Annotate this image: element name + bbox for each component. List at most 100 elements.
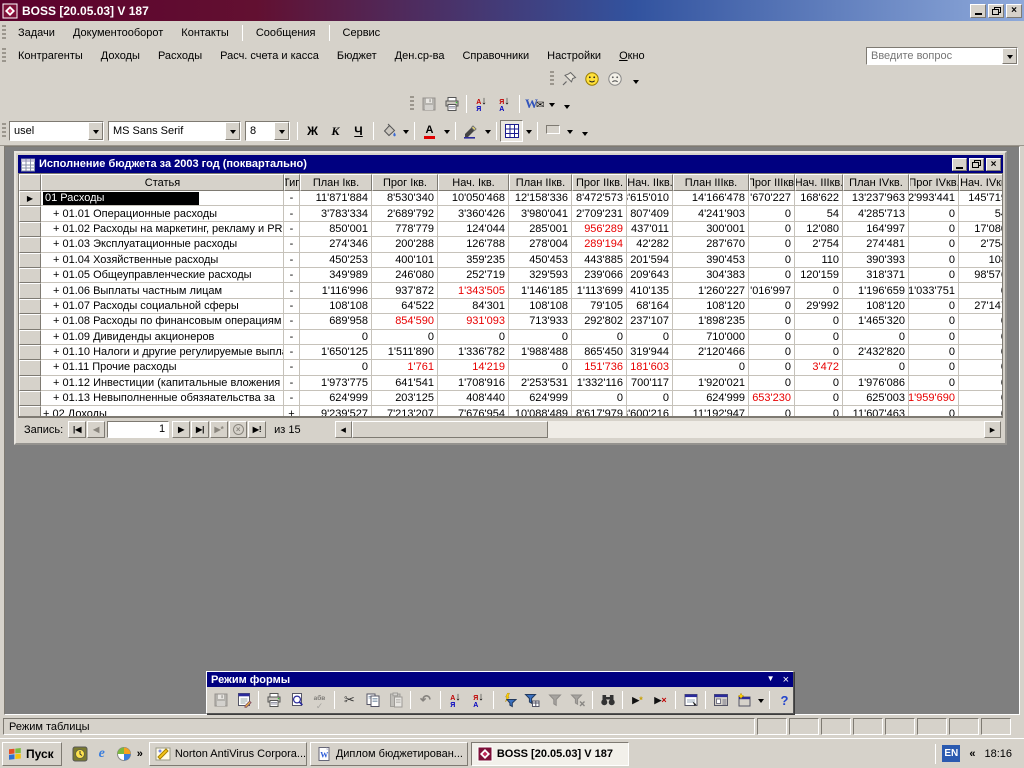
type-cell[interactable]: - [284,330,300,345]
article-cell[interactable]: + 01.05 Общеуправленческие расходы [41,268,284,283]
value-cell[interactable]: 200'288 [372,237,438,252]
value-cell[interactable]: '016'997 [749,283,795,298]
column-header[interactable]: Тип [284,174,300,191]
style-combobox[interactable]: usel [9,121,104,141]
delete-record-button[interactable]: ▶× [649,689,672,711]
article-cell[interactable]: 01 Расходы [41,191,284,206]
value-cell[interactable]: 0 [509,360,572,375]
value-cell[interactable]: 0 [909,222,959,237]
menu-item[interactable]: Задачи [9,24,64,42]
menu-item[interactable]: Доходы [92,47,149,65]
value-cell[interactable]: 209'643 [627,268,673,283]
value-cell[interactable]: 0 [509,330,572,345]
word-mailmerge-button[interactable]: W✉ [523,93,546,115]
value-cell[interactable]: 108'120 [843,299,909,314]
row-selector[interactable] [19,237,41,252]
value-cell[interactable]: 2'432'820 [843,345,909,360]
value-cell[interactable]: 64'522 [372,299,438,314]
undo-button[interactable]: ↶ [414,689,437,711]
article-cell[interactable]: + 01.11 Прочие расходы [41,360,284,375]
value-cell[interactable]: 0 [627,330,673,345]
last-record-button[interactable]: ▶| [191,421,209,438]
menu-item[interactable]: Документооборот [64,24,172,42]
value-cell[interactable]: 450'253 [300,253,372,268]
cancel-record-button[interactable]: × [229,421,247,438]
value-cell[interactable]: 3'360'426 [438,206,509,221]
save-button[interactable] [417,93,440,115]
cut-button[interactable]: ✂ [338,689,361,711]
scroll-left-button[interactable]: ◀ [335,421,352,438]
article-cell[interactable]: + 01.10 Налоги и другие регулируемые вып… [41,345,284,360]
value-cell[interactable]: 0 [749,253,795,268]
copy-button[interactable] [361,689,384,711]
value-cell[interactable]: 289'194 [572,237,627,252]
value-cell[interactable]: 0 [572,330,627,345]
remove-filter-button[interactable] [566,689,589,711]
value-cell[interactable]: 0 [909,406,959,417]
value-cell[interactable]: 10'050'468 [438,191,509,206]
value-cell[interactable]: 0 [795,283,843,298]
menu-item[interactable]: Бюджет [328,47,386,65]
value-cell[interactable]: 1'146'185 [509,283,572,298]
value-cell[interactable]: 0 [795,314,843,329]
chevron-down-icon[interactable] [523,120,534,142]
column-header[interactable]: План IIкв. [509,174,572,191]
value-cell[interactable]: 713'933 [509,314,572,329]
row-selector[interactable] [19,360,41,375]
value-cell[interactable]: 0 [749,345,795,360]
value-cell[interactable]: 1'113'699 [572,283,627,298]
value-cell[interactable]: 624'999 [300,391,372,406]
value-cell[interactable]: 1'708'916 [438,376,509,391]
value-cell[interactable]: 1'650'125 [300,345,372,360]
value-cell[interactable]: 0 [909,345,959,360]
column-header[interactable]: Прог Iкв. [372,174,438,191]
value-cell[interactable]: 1'033'751 [909,283,959,298]
value-cell[interactable]: 653'230 [749,391,795,406]
bold-button[interactable]: Ж [301,120,324,142]
smiley-button[interactable] [580,68,603,90]
paste-button[interactable] [384,689,407,711]
underline-button[interactable]: Ч [347,120,370,142]
value-cell[interactable]: 0 [959,391,1003,406]
value-cell[interactable]: 0 [300,360,372,375]
value-cell[interactable]: 319'944 [627,345,673,360]
value-cell[interactable]: '670'227 [749,191,795,206]
value-cell[interactable]: 0 [959,330,1003,345]
menu-item[interactable]: Контакты [172,24,238,42]
print-preview-button[interactable] [285,689,308,711]
italic-button[interactable]: К [324,120,347,142]
type-cell[interactable]: + [284,406,300,417]
toolbar-close-icon[interactable]: × [783,674,789,686]
article-cell[interactable]: + 01.04 Хозяйственные расходы [41,253,284,268]
value-cell[interactable]: 3'783'334 [300,206,372,221]
value-cell[interactable]: 54 [795,206,843,221]
value-cell[interactable]: 0 [909,206,959,221]
value-cell[interactable]: 390'393 [843,253,909,268]
value-cell[interactable]: 1'976'086 [843,376,909,391]
value-cell[interactable]: 400'101 [372,253,438,268]
database-window-button[interactable] [709,689,732,711]
minimize-button[interactable] [970,4,986,18]
value-cell[interactable]: 145'719 [959,191,1003,206]
value-cell[interactable]: 956'289 [572,222,627,237]
value-cell[interactable]: 437'011 [627,222,673,237]
save-button[interactable] [209,689,232,711]
type-cell[interactable]: - [284,299,300,314]
value-cell[interactable]: 108'108 [300,299,372,314]
value-cell[interactable]: 0 [749,406,795,417]
toolbar-grip[interactable] [2,25,6,41]
value-cell[interactable]: 246'080 [372,268,438,283]
value-cell[interactable]: 710'000 [673,330,749,345]
internet-explorer-icon[interactable]: e [92,744,112,764]
value-cell[interactable]: 274'346 [300,237,372,252]
value-cell[interactable]: 0 [749,376,795,391]
chevron-down-icon[interactable] [400,120,411,142]
value-cell[interactable]: 1'920'021 [673,376,749,391]
row-selector[interactable] [19,314,41,329]
value-cell[interactable]: 3'980'041 [509,206,572,221]
type-cell[interactable]: - [284,391,300,406]
value-cell[interactable]: 2'709'231 [572,206,627,221]
media-player-icon[interactable] [114,744,134,764]
value-cell[interactable]: 124'044 [438,222,509,237]
sort-ascending-button[interactable]: АЯ↓ [444,689,467,711]
